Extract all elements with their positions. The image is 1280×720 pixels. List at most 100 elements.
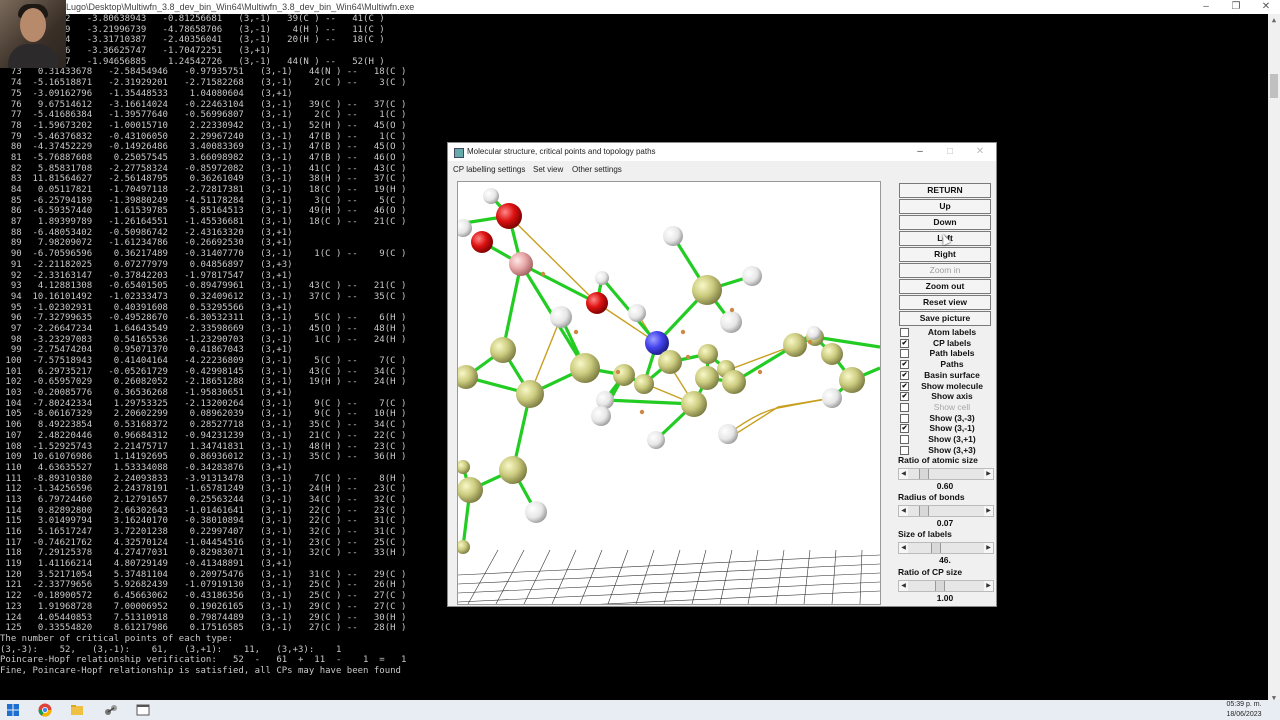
checkbox-box[interactable] [900, 349, 909, 359]
slider-ratio-of-cp-size[interactable]: ◀ ▶ [898, 580, 994, 592]
slider-radius-of-bonds[interactable]: ◀ ▶ [898, 505, 994, 517]
checkbox-show-3-1[interactable]: ✔ Show (3,-1) [900, 423, 992, 434]
checkbox-box [900, 402, 909, 412]
critical-point-marker [540, 271, 546, 277]
console-app-icon[interactable] [136, 703, 150, 717]
console-line: 76 9.67514612 -3.16614024 -0.22463104 (3… [0, 99, 407, 110]
checkbox-box[interactable]: ✔ [900, 381, 909, 391]
slider-label: Radius of bonds [898, 492, 965, 502]
console-scrollbar[interactable]: ▲ ▼ [1268, 14, 1280, 704]
windows-start-icon[interactable] [6, 703, 20, 717]
molecule-render[interactable] [458, 182, 880, 604]
atom-sphere [570, 353, 600, 383]
slider-size-of-labels[interactable]: ◀ ▶ [898, 542, 994, 554]
checkbox-box[interactable]: ✔ [900, 424, 909, 434]
slider-left-icon[interactable]: ◀ [899, 543, 908, 553]
checkbox-path-labels[interactable]: Path labels [900, 348, 992, 359]
menu-set-view[interactable]: Set view [533, 165, 563, 174]
menu-other-settings[interactable]: Other settings [572, 165, 622, 174]
dialog-maximize-button: □ [946, 146, 954, 157]
file-explorer-icon[interactable] [70, 703, 84, 717]
checkbox-box[interactable]: ✔ [900, 370, 909, 380]
slider-thumb[interactable] [930, 543, 941, 553]
system-clock[interactable]: 05:39 p. m. 18/06/2023 [1214, 700, 1274, 720]
checkbox-paths[interactable]: ✔ Paths [900, 359, 992, 370]
slider-ratio-of-atomic-size[interactable]: ◀ ▶ [898, 468, 994, 480]
slider-left-icon[interactable]: ◀ [899, 469, 908, 479]
critical-point-marker [639, 409, 645, 415]
button-right[interactable]: Right [899, 247, 991, 262]
console-close-button[interactable]: ✕ [1252, 0, 1280, 14]
checkbox-box[interactable] [900, 445, 909, 455]
atom-sphere [509, 252, 533, 276]
atom-sphere [783, 333, 807, 357]
critical-point-marker [680, 329, 686, 335]
slider-left-icon[interactable]: ◀ [899, 581, 908, 591]
atom-sphere [499, 456, 527, 484]
checkbox-box[interactable]: ✔ [900, 360, 909, 370]
console-line: 125 0.33554820 8.61217986 0.17516585 (3,… [0, 623, 407, 634]
slider-right-icon[interactable]: ▶ [984, 469, 993, 479]
console-line: 78 -1.59673202 -1.00015710 2.22330942 (3… [0, 120, 407, 131]
button-down[interactable]: Down [899, 215, 991, 230]
bond-line [604, 398, 695, 406]
atom-sphere [628, 304, 646, 322]
button-zoom-out[interactable]: Zoom out [899, 279, 991, 294]
atom-sphere [698, 344, 718, 364]
console-line: 75 -3.09162796 -1.35448533 1.04080604 (3… [0, 88, 293, 99]
slider-left-icon[interactable]: ◀ [899, 506, 908, 516]
atom-sphere [634, 374, 654, 394]
checkbox-box[interactable] [900, 435, 909, 444]
atom-sphere [550, 306, 572, 328]
checkbox-label: Paths [940, 359, 964, 370]
scroll-up-icon[interactable]: ▲ [1268, 14, 1280, 26]
checkbox-box[interactable]: ✔ [900, 392, 909, 402]
checkbox-label: Show (3,-1) [929, 423, 975, 434]
slider-right-icon[interactable]: ▶ [984, 506, 993, 516]
checkbox-show-3-3[interactable]: Show (3,-3) [900, 413, 992, 423]
atom-sphere [839, 367, 865, 393]
checkbox-box[interactable] [900, 413, 909, 423]
console-maximize-button[interactable]: ❐ [1222, 0, 1250, 14]
button-save-picture[interactable]: Save picture [899, 311, 991, 326]
scrollbar-thumb[interactable] [1270, 74, 1278, 98]
slider-right-icon[interactable]: ▶ [984, 581, 993, 591]
atom-sphere [471, 231, 493, 253]
checkbox-box[interactable] [900, 328, 909, 337]
slider-right-icon[interactable]: ▶ [984, 543, 993, 553]
button-reset-view[interactable]: Reset view [899, 295, 991, 310]
console-line: 74 -5.16518871 -2.31929201 -2.71582268 (… [0, 78, 407, 89]
checkbox-cp-labels[interactable]: ✔ CP labels [900, 338, 992, 348]
checkbox-box[interactable]: ✔ [900, 338, 909, 348]
molecule-viewport[interactable] [457, 181, 881, 605]
multiwfn-app-icon[interactable] [104, 703, 118, 717]
console-title: Lugo\Desktop\Multiwfn_3.8_dev_bin_Win64\… [66, 2, 415, 12]
slider-value: 0.60 [936, 481, 954, 491]
dialog-titlebar: Molecular structure, critical points and… [448, 143, 996, 161]
checkbox-show-axis[interactable]: ✔ Show axis [900, 391, 992, 402]
console-minimize-button[interactable]: – [1192, 0, 1220, 14]
checkbox-basin-surface[interactable]: ✔ Basin surface [900, 370, 992, 380]
slider-thumb[interactable] [935, 581, 946, 591]
checkbox-atom-labels[interactable]: Atom labels [900, 327, 992, 337]
checkbox-show-3-3[interactable]: Show (3,+3) [900, 445, 992, 455]
menu-cp-labelling-settings[interactable]: CP labelling settings [453, 165, 525, 174]
atom-sphere [692, 275, 722, 305]
console-line: Fine, Poincare-Hopf relationship is sati… [0, 665, 401, 676]
checkbox-show-molecule[interactable]: ✔ Show molecule [900, 381, 992, 391]
console-line: 124 4.05440853 7.51310918 0.79874489 (3,… [0, 612, 407, 623]
console-line: 79 -5.46376832 -0.43106050 2.29967240 (3… [0, 131, 407, 142]
slider-thumb[interactable] [918, 469, 929, 479]
chrome-icon[interactable] [38, 703, 52, 717]
dialog-minimize-button[interactable]: – [905, 144, 935, 160]
atom-sphere [720, 311, 742, 333]
checkbox-show-3-1[interactable]: Show (3,+1) [900, 434, 992, 444]
button-up[interactable]: Up [899, 199, 991, 214]
atom-sphere [591, 406, 611, 426]
dialog-close-button[interactable]: ✕ [965, 144, 995, 160]
slider-thumb[interactable] [918, 506, 929, 516]
console-line: 0717047 -1.94656885 1.24542726 (3,-1) 44… [0, 56, 385, 67]
checkbox-label: Show (3,+1) [928, 434, 976, 444]
button-return[interactable]: RETURN [899, 183, 991, 198]
slider-label: Size of labels [898, 529, 952, 539]
